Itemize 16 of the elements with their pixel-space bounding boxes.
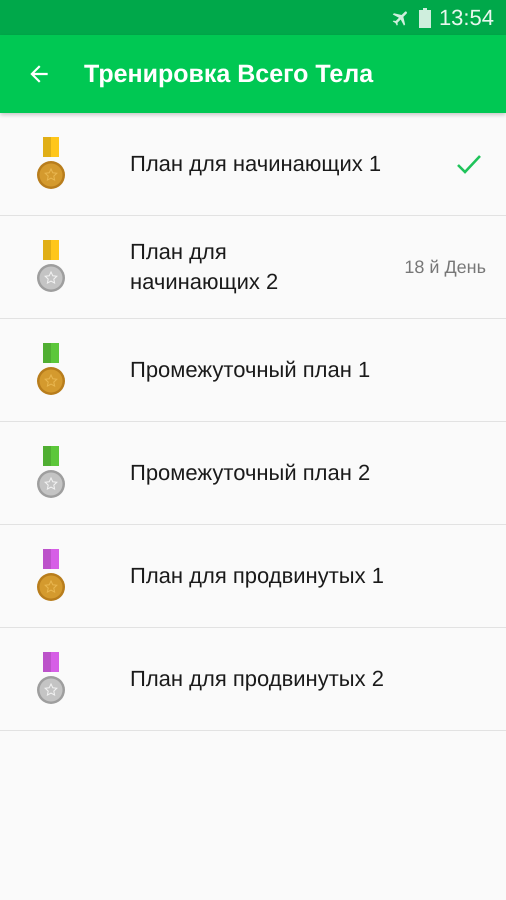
plan-title: План для продвинутых 1 bbox=[130, 562, 385, 590]
plan-title: План для начинающих 2 bbox=[130, 238, 280, 296]
plan-item[interactable]: Промежуточный план 1 bbox=[0, 319, 506, 422]
screen-title: Тренировка Всего Тела bbox=[84, 60, 374, 88]
plan-item[interactable]: Промежуточный план 2 bbox=[0, 422, 506, 525]
plan-title: Промежуточный план 2 bbox=[130, 459, 372, 487]
plan-title: План для начинающих 1 bbox=[130, 150, 382, 178]
clock-time: 13:54 bbox=[438, 4, 494, 30]
progress-label: 18 й День bbox=[404, 256, 486, 278]
plan-title: Промежуточный план 1 bbox=[130, 356, 372, 384]
plan-item[interactable]: План для продвинутых 2 bbox=[0, 628, 506, 731]
plan-item[interactable]: План для начинающих 2 18 й День bbox=[0, 216, 506, 319]
plan-item[interactable]: План для начинающих 1 bbox=[0, 113, 506, 216]
plan-title: План для продвинутых 2 bbox=[130, 665, 385, 693]
battery-icon bbox=[418, 8, 431, 28]
plan-item[interactable]: План для продвинутых 1 bbox=[0, 525, 506, 628]
